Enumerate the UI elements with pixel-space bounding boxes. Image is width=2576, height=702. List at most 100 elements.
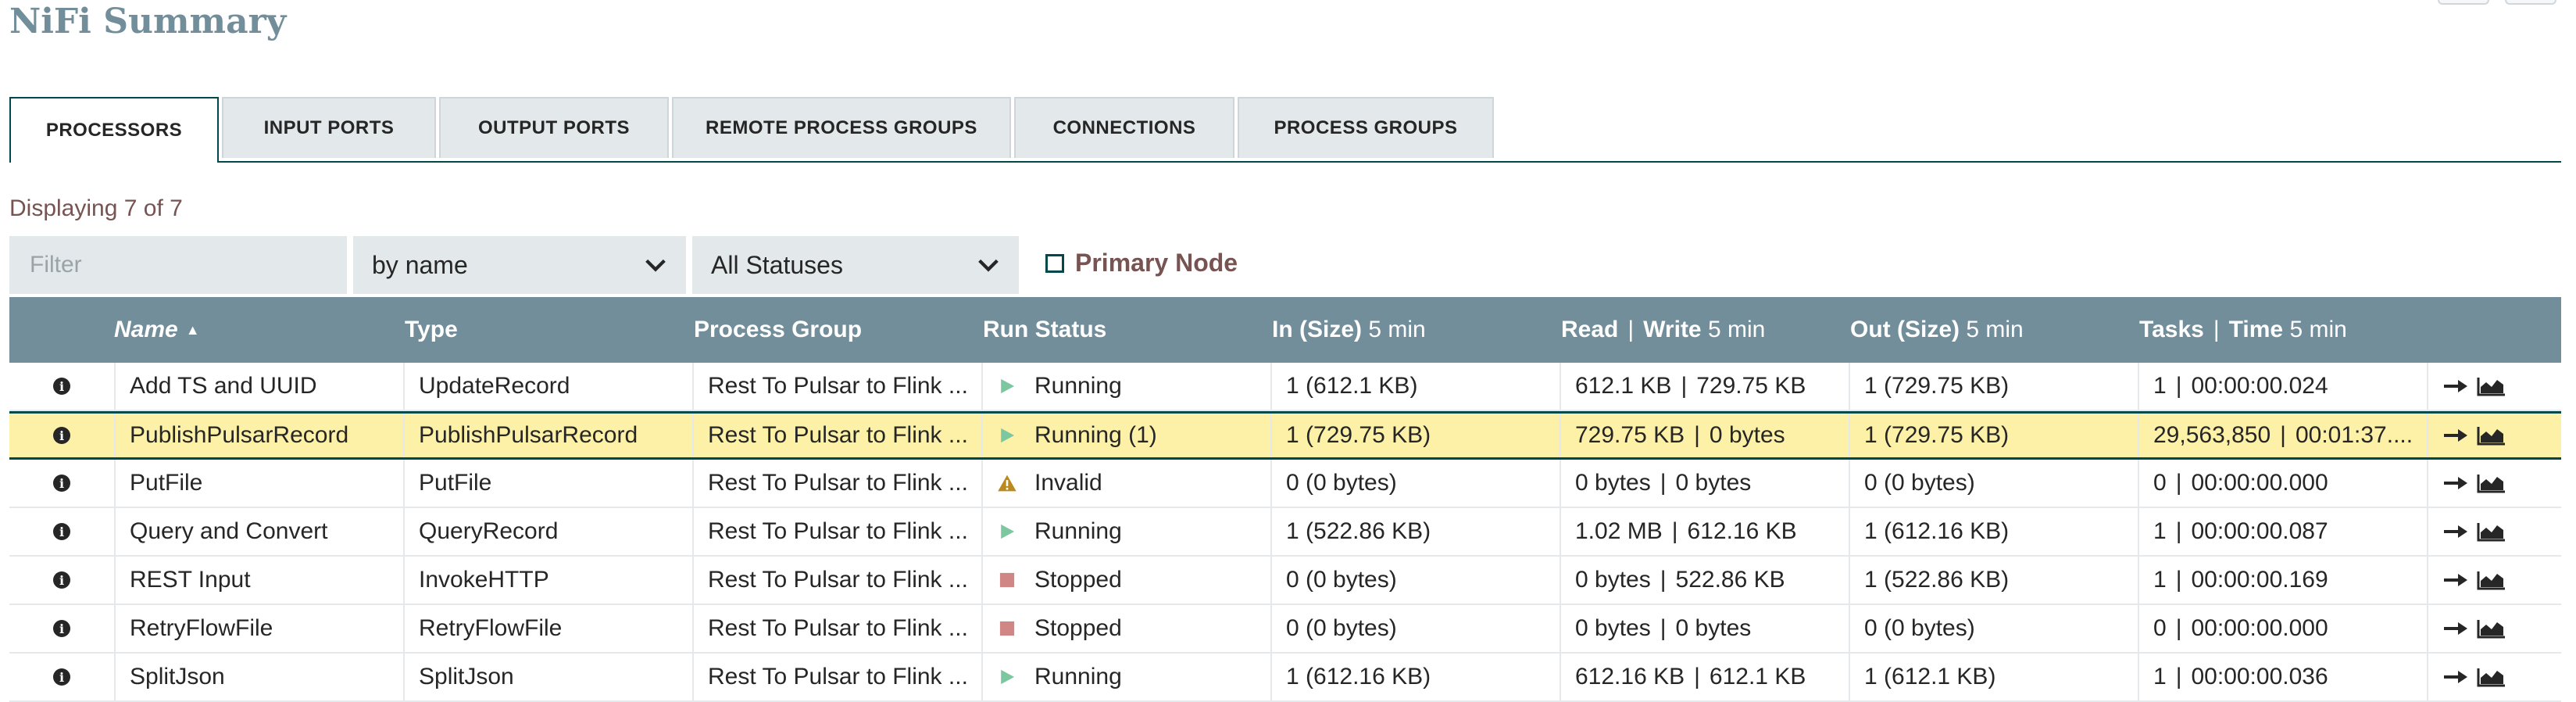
write-value: 612.16 KB bbox=[1687, 518, 1797, 544]
table-row[interactable]: i Query and Convert QueryRecord Rest To Pul… bbox=[9, 508, 2561, 557]
column-header-name[interactable]: Name ▲ bbox=[114, 297, 200, 363]
processors-table: Name ▲ Type Process Group Run Status In … bbox=[9, 297, 2561, 702]
table-row[interactable]: i RetryFlowFile RetryFlowFile Rest To Pulsa… bbox=[9, 605, 2561, 654]
processor-type: QueryRecord bbox=[403, 508, 692, 555]
time-value: 00:00:00.000 bbox=[2191, 615, 2328, 641]
table-row[interactable]: i SplitJson SplitJson Rest To Pulsar to Fli… bbox=[9, 654, 2561, 702]
time-value: 00:00:00.024 bbox=[2191, 373, 2328, 399]
tasks-time: 1 | 00:00:00.169 bbox=[2138, 557, 2427, 604]
write-value: 0 bytes bbox=[1675, 615, 1752, 641]
chevron-down-icon bbox=[645, 259, 666, 272]
column-tasks-window: 5 min bbox=[2289, 317, 2347, 342]
column-header-type[interactable]: Type bbox=[405, 297, 458, 363]
out-size: 0 (0 bytes) bbox=[1849, 460, 2138, 507]
table-row[interactable]: i REST Input InvokeHTTP Rest To Pulsar to F… bbox=[9, 557, 2561, 605]
info-icon[interactable]: i bbox=[53, 571, 70, 589]
summary-page: NiFi Summary PROCESSORS INPUT PORTS OUTP… bbox=[0, 0, 2576, 702]
column-header-read-write[interactable]: Read | Write 5 min bbox=[1561, 297, 1765, 363]
arrow-right-icon[interactable] bbox=[2442, 620, 2469, 637]
out-size: 1 (729.75 KB) bbox=[1849, 414, 2138, 457]
out-size: 1 (612.1 KB) bbox=[1849, 654, 2138, 700]
info-icon[interactable]: i bbox=[53, 475, 70, 492]
column-header-tasks-time[interactable]: Tasks | Time 5 min bbox=[2139, 297, 2347, 363]
run-status-label: Running bbox=[1034, 518, 1122, 544]
arrow-right-icon[interactable] bbox=[2442, 378, 2469, 395]
column-header-run-status[interactable]: Run Status bbox=[983, 297, 1106, 363]
read-value: 0 bytes bbox=[1575, 567, 1651, 593]
out-size: 1 (522.86 KB) bbox=[1849, 557, 2138, 604]
tab-output-ports[interactable]: OUTPUT PORTS bbox=[439, 97, 669, 158]
running-status-icon bbox=[997, 521, 1034, 542]
primary-node-label: Primary Node bbox=[1075, 249, 1238, 277]
run-status-label: Running (1) bbox=[1034, 422, 1157, 448]
run-status-label: Invalid bbox=[1034, 470, 1102, 496]
process-group: Rest To Pulsar to Flink ... bbox=[692, 557, 981, 604]
tasks-time: 1 | 00:00:00.087 bbox=[2138, 508, 2427, 555]
processor-type: InvokeHTTP bbox=[403, 557, 692, 604]
row-info-cell: i bbox=[9, 414, 114, 457]
tab-input-ports[interactable]: INPUT PORTS bbox=[222, 97, 436, 158]
run-status: Invalid bbox=[981, 460, 1270, 507]
column-header-in[interactable]: In (Size) 5 min bbox=[1272, 297, 1426, 363]
area-chart-icon[interactable] bbox=[2477, 618, 2506, 639]
area-chart-icon[interactable] bbox=[2477, 376, 2506, 396]
column-header-out[interactable]: Out (Size) 5 min bbox=[1850, 297, 2024, 363]
primary-node-checkbox[interactable] bbox=[1045, 253, 1064, 273]
area-chart-icon[interactable] bbox=[2477, 521, 2506, 542]
chevron-down-icon bbox=[978, 259, 999, 272]
arrow-right-icon[interactable] bbox=[2442, 571, 2469, 589]
arrow-right-icon[interactable] bbox=[2442, 523, 2469, 540]
processor-name: SplitJson bbox=[114, 654, 403, 700]
info-icon[interactable]: i bbox=[53, 620, 70, 637]
tasks-time: 0 | 00:00:00.000 bbox=[2138, 605, 2427, 652]
run-status: Running bbox=[981, 654, 1270, 700]
displaying-count: Displaying 7 of 7 bbox=[9, 195, 183, 221]
info-icon[interactable]: i bbox=[53, 378, 70, 395]
run-status: Running bbox=[981, 508, 1270, 555]
summary-tabs: PROCESSORS INPUT PORTS OUTPUT PORTS REMO… bbox=[9, 97, 2561, 163]
tab-process-groups[interactable]: PROCESS GROUPS bbox=[1238, 97, 1494, 158]
processor-type: SplitJson bbox=[403, 654, 692, 700]
area-chart-icon[interactable] bbox=[2477, 570, 2506, 590]
area-chart-icon[interactable] bbox=[2477, 425, 2506, 446]
read-write: 612.16 KB | 612.1 KB bbox=[1560, 654, 1849, 700]
process-group: Rest To Pulsar to Flink ... bbox=[692, 460, 981, 507]
column-header-process-group[interactable]: Process Group bbox=[694, 297, 862, 363]
tab-processors[interactable]: PROCESSORS bbox=[9, 97, 219, 163]
run-status: Stopped bbox=[981, 557, 1270, 604]
filter-input[interactable] bbox=[9, 236, 347, 294]
arrow-right-icon[interactable] bbox=[2442, 475, 2469, 492]
running-status-icon bbox=[997, 667, 1034, 687]
stopped-status-icon bbox=[997, 570, 1034, 590]
filter-by-select[interactable]: by name bbox=[353, 236, 686, 294]
table-row[interactable]: i PutFile PutFile Rest To Pulsar to Flink .… bbox=[9, 460, 2561, 508]
window-button-1[interactable] bbox=[2438, 0, 2489, 5]
status-filter-select[interactable]: All Statuses bbox=[692, 236, 1019, 294]
out-size: 1 (612.16 KB) bbox=[1849, 508, 2138, 555]
read-value: 612.16 KB bbox=[1575, 664, 1685, 689]
primary-node-toggle[interactable]: Primary Node bbox=[1045, 249, 1238, 278]
time-value: 00:00:00.169 bbox=[2191, 567, 2328, 593]
write-value: 612.1 KB bbox=[1709, 664, 1806, 689]
area-chart-icon[interactable] bbox=[2477, 473, 2506, 493]
read-write: 1.02 MB | 612.16 KB bbox=[1560, 508, 1849, 555]
column-name-label: Name bbox=[114, 317, 178, 342]
info-icon[interactable]: i bbox=[53, 523, 70, 540]
tab-connections[interactable]: CONNECTIONS bbox=[1014, 97, 1234, 158]
table-row[interactable]: i PublishPulsarRecord PublishPulsarRecord R… bbox=[9, 411, 2561, 460]
run-status: Running (1) bbox=[981, 414, 1270, 457]
row-info-cell: i bbox=[9, 363, 114, 410]
window-button-2[interactable] bbox=[2505, 0, 2556, 5]
processor-name: PutFile bbox=[114, 460, 403, 507]
stopped-status-icon bbox=[997, 618, 1034, 639]
running-status-icon bbox=[997, 376, 1034, 396]
row-info-cell: i bbox=[9, 654, 114, 700]
tab-remote-process-groups[interactable]: REMOTE PROCESS GROUPS bbox=[672, 97, 1011, 158]
info-icon[interactable]: i bbox=[53, 427, 70, 444]
area-chart-icon[interactable] bbox=[2477, 667, 2506, 687]
table-row[interactable]: i Add TS and UUID UpdateRecord Rest To Puls… bbox=[9, 363, 2561, 411]
arrow-right-icon[interactable] bbox=[2442, 427, 2469, 444]
in-size: 1 (612.16 KB) bbox=[1270, 654, 1560, 700]
column-in-label: In (Size) bbox=[1272, 317, 1363, 342]
read-value: 0 bytes bbox=[1575, 615, 1651, 641]
